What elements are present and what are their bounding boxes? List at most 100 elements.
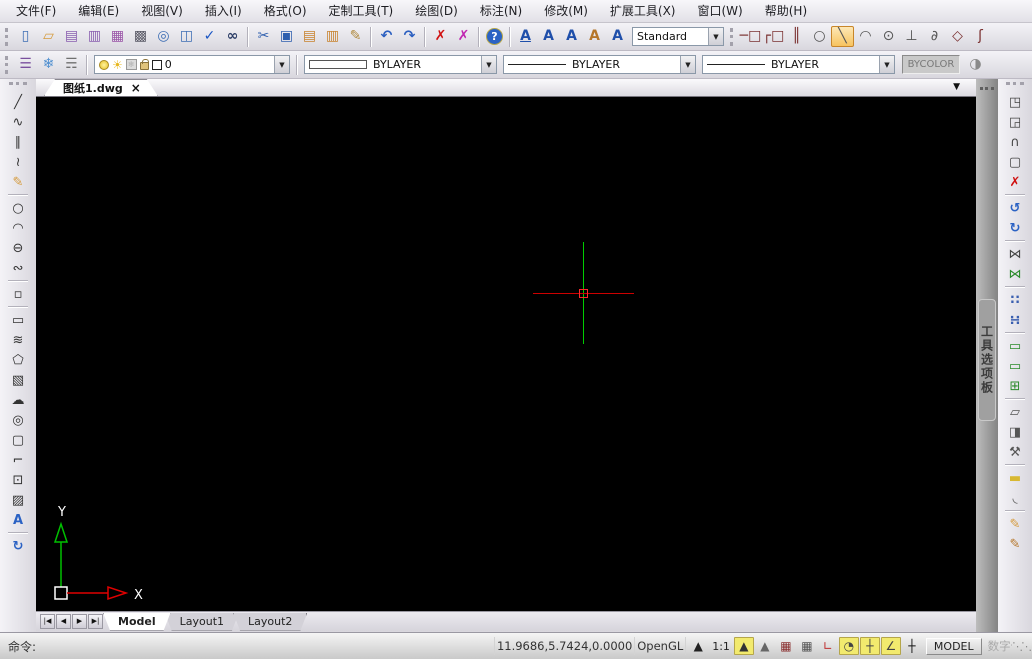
regen-icon[interactable]: ↻ — [6, 536, 31, 556]
menu-window[interactable]: 窗口(W) — [688, 2, 753, 21]
wipeout-icon[interactable]: ▢ — [6, 430, 31, 450]
layer-freeze-icon[interactable]: ❄ — [37, 54, 60, 75]
tab-nav-next-icon[interactable]: ▶ — [72, 614, 87, 629]
text-find-icon[interactable]: A — [606, 26, 629, 47]
break-icon[interactable]: ⊞ — [1003, 376, 1028, 396]
open-file-icon[interactable]: ▱ — [37, 26, 60, 47]
chevron-down-icon[interactable]: ▼ — [680, 56, 695, 73]
polar-toggle-icon[interactable]: ◔ — [838, 637, 859, 655]
paste-icon[interactable]: ▤ — [298, 26, 321, 47]
trim-icon[interactable]: ▭ — [1003, 356, 1028, 376]
multiline-icon[interactable]: ≋ — [6, 330, 31, 350]
menu-draw[interactable]: 绘图(D) — [405, 2, 468, 21]
mirror-delete-icon[interactable]: ⋈ — [1003, 264, 1028, 284]
digitizer-label[interactable]: 数字化仪 — [988, 638, 1012, 654]
circle-icon[interactable]: ○ — [6, 198, 31, 218]
menu-dimension[interactable]: 标注(N) — [470, 2, 532, 21]
snap-toggle-icon[interactable]: ▦ — [776, 637, 796, 655]
mirror-icon[interactable]: ⋈ — [1003, 244, 1028, 264]
text-style-icon[interactable]: A — [583, 26, 606, 47]
snap-quadrant-icon[interactable]: ◇ — [946, 26, 969, 47]
hatch-icon[interactable]: ▨ — [6, 490, 31, 510]
menu-modify[interactable]: 修改(M) — [534, 2, 598, 21]
osnap-toggle-icon[interactable]: ┼ — [859, 637, 880, 655]
copy-multiple-icon[interactable]: ◲ — [1003, 112, 1028, 132]
command-line[interactable]: 命令: — [0, 633, 492, 659]
drawing-canvas[interactable]: Y X — [36, 97, 976, 611]
purge-icon[interactable]: ✗ — [452, 26, 475, 47]
tool-palette-tab[interactable]: 工具选项板 — [978, 299, 996, 421]
text-style-combo[interactable]: Standard ▼ — [632, 27, 724, 46]
renderer-label[interactable]: OpenGL — [637, 639, 683, 653]
text-edit-icon[interactable]: A — [560, 26, 583, 47]
toolbar-grip[interactable] — [5, 55, 11, 74]
annotation-autoscale-icon[interactable]: ▲ — [755, 637, 775, 655]
layer-walk-icon[interactable]: ☴ — [60, 54, 83, 75]
erase-icon[interactable]: ✗ — [429, 26, 452, 47]
sketch-icon[interactable]: ✎ — [6, 172, 31, 192]
redo-icon[interactable]: ↷ — [398, 26, 421, 47]
export-acis-icon[interactable]: ▥ — [83, 26, 106, 47]
line-icon[interactable]: ╱ — [6, 92, 31, 112]
erase-object-icon[interactable]: ✗ — [1003, 172, 1028, 192]
resize-grip[interactable]: ⋱⋱ — [1012, 640, 1032, 653]
menu-insert[interactable]: 插入(I) — [195, 2, 252, 21]
snap-intersection-icon[interactable]: ○ — [808, 26, 831, 47]
tab-overflow-icon[interactable]: ▼ — [953, 82, 960, 92]
help-icon[interactable]: ? — [486, 28, 503, 45]
model-space-button[interactable]: MODEL — [925, 637, 982, 655]
spline-edit-icon[interactable]: ✎ — [1003, 534, 1028, 554]
arc-icon[interactable]: ◠ — [6, 218, 31, 238]
text-icon[interactable]: A — [6, 510, 31, 530]
ellipse-icon[interactable]: ⊖ — [6, 238, 31, 258]
menu-custom-tools[interactable]: 定制工具(T) — [319, 2, 404, 21]
match-properties-icon[interactable]: ✎ — [344, 26, 367, 47]
toolbar-grip[interactable] — [730, 27, 736, 46]
fillet-icon[interactable]: ◟ — [1003, 488, 1028, 508]
rotate-reference-icon[interactable]: ↻ — [1003, 218, 1028, 238]
otrack-toggle-icon[interactable]: ∠ — [880, 637, 901, 655]
snap-tangent-icon[interactable]: ∂ — [923, 26, 946, 47]
tab-nav-last-icon[interactable]: ▶| — [88, 614, 103, 629]
rotate-icon[interactable]: ↺ — [1003, 198, 1028, 218]
pedit-icon[interactable]: ✎ — [1003, 514, 1028, 534]
palette-grip[interactable] — [980, 87, 994, 91]
polyline-icon[interactable]: ≀ — [6, 152, 31, 172]
copy-icon[interactable]: ▣ — [275, 26, 298, 47]
tab-layout1[interactable]: Layout1 — [165, 613, 239, 631]
find-icon[interactable]: ∞ — [221, 26, 244, 47]
copy-object-icon[interactable]: ◳ — [1003, 92, 1028, 112]
stretch-icon[interactable]: ▢ — [1003, 152, 1028, 172]
chevron-down-icon[interactable]: ▼ — [708, 28, 723, 45]
plot-style-combo[interactable]: BYLAYER ▼ — [702, 55, 895, 74]
snap-center-icon[interactable]: ⊙ — [877, 26, 900, 47]
plot-icon[interactable]: ▦ — [106, 26, 129, 47]
array-polar-icon[interactable]: ∺ — [1003, 310, 1028, 330]
menu-help[interactable]: 帮助(H) — [755, 2, 817, 21]
snap-arc-midpoint-icon[interactable]: ◠ — [854, 26, 877, 47]
menu-express-tools[interactable]: 扩展工具(X) — [600, 2, 686, 21]
menu-format[interactable]: 格式(O) — [254, 2, 317, 21]
layer-combo[interactable]: ☀ ❄ 0 ▼ — [94, 55, 290, 74]
document-tab[interactable]: 图纸1.dwg × — [44, 79, 158, 96]
donut-icon[interactable]: ◎ — [6, 410, 31, 430]
tab-nav-first-icon[interactable]: |◀ — [40, 614, 55, 629]
annotation-scale-icon[interactable]: ▲ — [688, 637, 708, 655]
ortho-toggle-icon[interactable]: ∟ — [818, 637, 838, 655]
spell-check-icon[interactable]: ✓ — [198, 26, 221, 47]
extend-icon[interactable]: ▭ — [1003, 336, 1028, 356]
snap-perpendicular-icon[interactable]: ⊥ — [900, 26, 923, 47]
box-icon[interactable]: ▱ — [1003, 402, 1028, 422]
linetype-combo[interactable]: BYLAYER ▼ — [304, 55, 497, 74]
print-icon[interactable]: ▩ — [129, 26, 152, 47]
menu-edit[interactable]: 编辑(E) — [68, 2, 129, 21]
chevron-down-icon[interactable]: ▼ — [879, 56, 894, 73]
snap-from-icon[interactable]: ┌□ — [762, 26, 785, 47]
chamfer-icon[interactable]: ⚒ — [1003, 442, 1028, 462]
spline-icon[interactable]: ∿ — [6, 112, 31, 132]
menu-file[interactable]: 文件(F) — [6, 2, 66, 21]
menu-view[interactable]: 视图(V) — [131, 2, 193, 21]
chevron-down-icon[interactable]: ▼ — [274, 56, 289, 73]
polygon-icon[interactable]: ⬠ — [6, 350, 31, 370]
point-icon[interactable]: ▫ — [6, 284, 31, 304]
